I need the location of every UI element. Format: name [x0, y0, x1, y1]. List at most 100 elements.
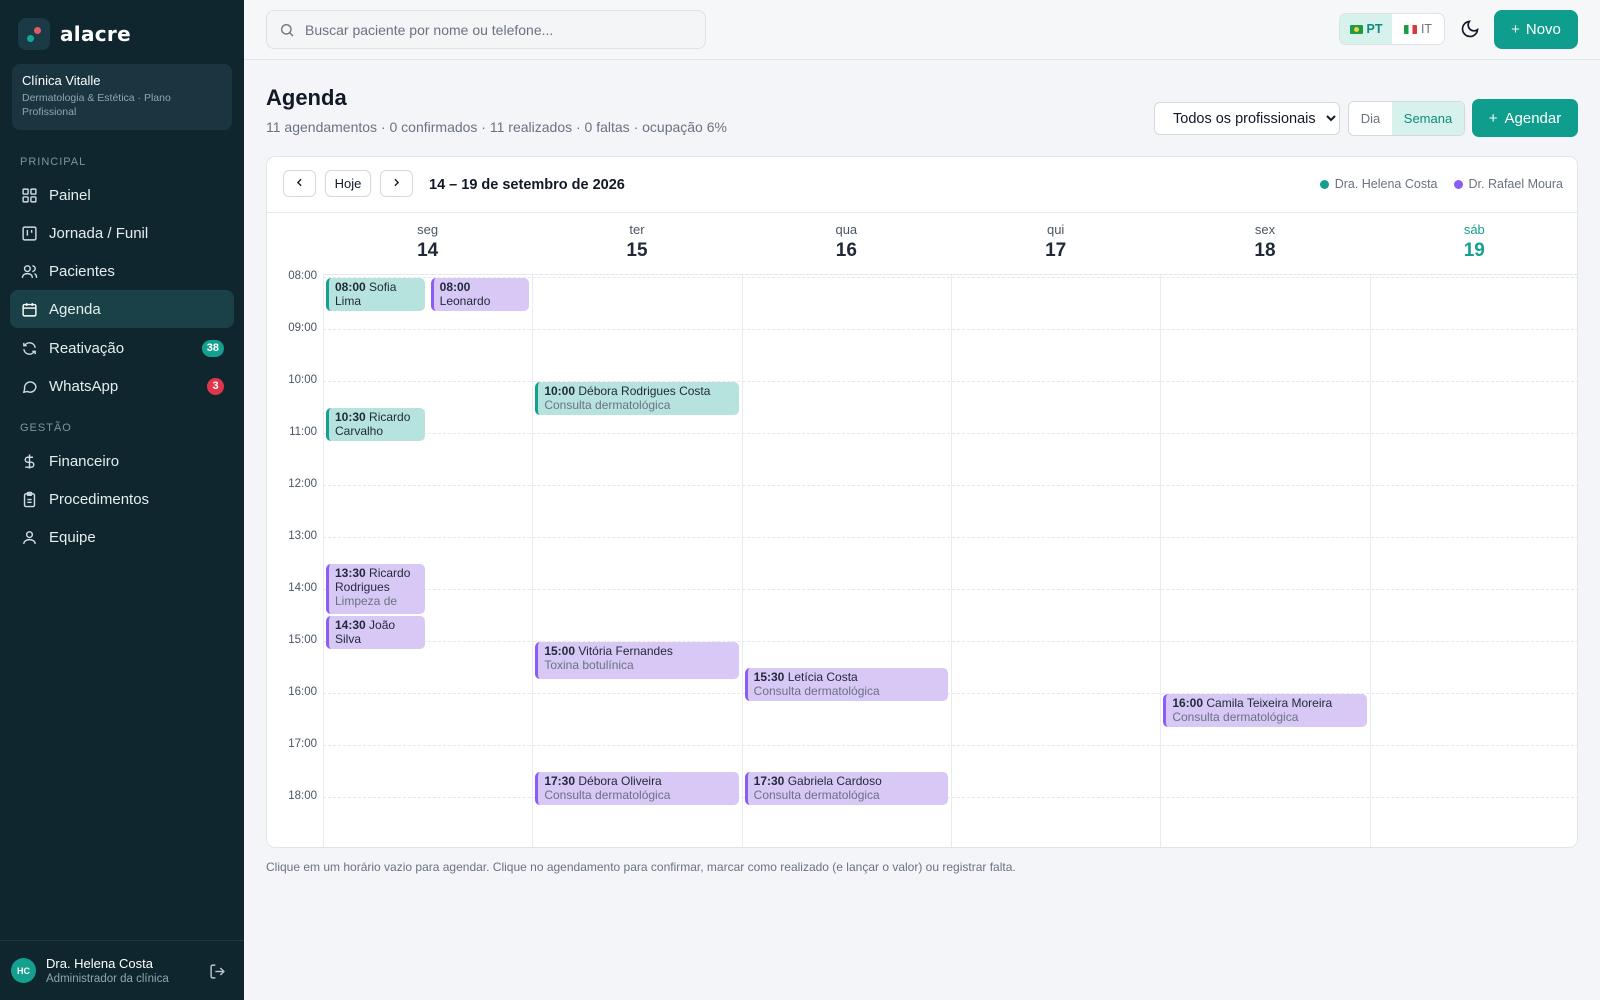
appointment-time: 17:30 [544, 774, 576, 788]
grid-icon [21, 187, 38, 204]
day-number: 17 [1045, 240, 1067, 261]
brazil-flag-icon [1349, 24, 1363, 34]
sidebar-item-pacientes[interactable]: Pacientes [10, 252, 234, 290]
lang-pt-button[interactable]: PT [1340, 14, 1392, 44]
lang-it-button[interactable]: IT [1392, 14, 1444, 44]
refresh-icon [21, 340, 38, 357]
appointment-card[interactable]: 08:00 Leonardo [430, 278, 530, 311]
day-number: 14 [417, 240, 439, 261]
section-principal: PRINCIPAL [20, 156, 87, 168]
day-column-divider [1369, 275, 1371, 847]
appointment-time: 15:30 [753, 670, 785, 684]
sidebar-item-label: WhatsApp [49, 377, 119, 395]
sidebar-item-label: Painel [49, 186, 91, 204]
hour-gridline [323, 433, 1577, 434]
language-switcher: PT IT [1339, 13, 1445, 45]
appointment-card[interactable]: 16:00 Camila Teixeira Moreira Consulta de… [1163, 694, 1367, 727]
appointment-card[interactable]: 10:30 Ricardo Carvalho [326, 408, 425, 441]
chat-icon [21, 378, 38, 395]
appointment-card[interactable]: 08:00 Sofia Lima [326, 278, 425, 311]
hour-gridline [323, 381, 1577, 382]
hour-label: 15:00 [288, 634, 317, 646]
appointment-card[interactable]: 14:30 João Silva [326, 616, 425, 649]
new-button[interactable]: + Novo [1494, 10, 1578, 49]
day-column-divider [951, 275, 952, 847]
day-name: seg [417, 222, 439, 237]
hour-gridline [323, 641, 1577, 642]
appointment-card[interactable]: 10:00 Débora Rodrigues Costa Consulta der… [535, 382, 739, 415]
new-button-label: Novo [1525, 21, 1561, 38]
sidebar-item-label: Pacientes [49, 262, 115, 280]
appointment-procedure: Consulta dermatológica [753, 684, 880, 698]
appointment-card[interactable]: 15:00 Vitória Fernandes Toxina botulínica [535, 642, 739, 679]
clinic-name: Clínica Vitalle [22, 73, 101, 88]
sidebar-item-painel[interactable]: Painel [10, 176, 234, 214]
next-week-button[interactable] [380, 170, 413, 197]
legend-label: Dr. Rafael Moura [1468, 177, 1563, 191]
time-grid[interactable]: 08:00 09:00 10:00 11:00 12:00 13:00 14:00 15:00… [267, 270, 1577, 847]
schedule-button[interactable]: + Agendar [1472, 99, 1578, 137]
sidebar-item-agenda[interactable]: Agenda [10, 290, 234, 328]
appointment-patient: Débora Rodrigues Costa [575, 384, 711, 398]
view-week-button[interactable]: Semana [1392, 102, 1464, 135]
day-number: 18 [1254, 240, 1276, 261]
appointment-time: 13:30 [335, 566, 366, 580]
legend-item: Dra. Helena Costa [1319, 177, 1438, 191]
prev-week-button[interactable] [283, 170, 316, 197]
search-input[interactable] [305, 21, 685, 38]
section-gestao: GESTÃO [20, 422, 72, 434]
day-header: sex 18 [1160, 214, 1369, 274]
day-name: sáb [1463, 222, 1485, 237]
lang-pt-label: PT [1366, 22, 1383, 36]
appointment-procedure: Consulta dermatológica [753, 788, 880, 802]
hour-label: 11:00 [289, 426, 317, 438]
hour-gridline [323, 745, 1577, 746]
day-name: sex [1254, 222, 1276, 237]
day-number: 16 [835, 240, 857, 261]
topbar: PT IT + Novo [244, 0, 1600, 60]
sidebar-item-equipe[interactable]: Equipe [10, 518, 234, 556]
sidebar-item-label: Reativação [49, 339, 125, 357]
search-box[interactable] [266, 10, 706, 49]
sidebar-item-jornada[interactable]: Jornada / Funil [10, 214, 234, 252]
lang-it-label: IT [1420, 22, 1433, 36]
user-name: Dra. Helena Costa [46, 956, 153, 971]
clipboard-icon [21, 491, 38, 508]
sidebar-item-procedimentos[interactable]: Procedimentos [10, 480, 234, 518]
sidebar-item-whatsapp[interactable]: WhatsApp 3 [10, 367, 234, 405]
day-header: qui 17 [951, 214, 1160, 274]
logout-icon[interactable] [209, 963, 226, 980]
clinic-switcher[interactable]: Clínica Vitalle Dermatologia & Estética … [12, 64, 232, 130]
appointment-card[interactable]: 17:30 Débora Oliveira Consulta dermatológ… [535, 772, 739, 805]
appointment-time: 08:00 [439, 280, 471, 294]
today-button[interactable]: Hoje [325, 170, 371, 197]
reativacao-count-badge: 38 [201, 339, 224, 357]
day-header-row: seg 14 ter 15 qua 16 qui 17 sex 18 sáb 19 [323, 214, 1577, 275]
view-toggle: Dia Semana [1348, 101, 1465, 136]
legend-dot [1319, 179, 1329, 189]
view-day-button[interactable]: Dia [1349, 102, 1392, 135]
appointment-card[interactable]: 13:30 Ricardo Rodrigues Limpeza de [326, 564, 425, 614]
appointment-time: 10:30 [335, 410, 366, 424]
appointment-procedure: Consulta dermatológica [1172, 710, 1299, 724]
sidebar-item-reativacao[interactable]: Reativação 38 [10, 329, 234, 367]
sidebar-item-financeiro[interactable]: Financeiro [10, 442, 234, 480]
hour-gridline [323, 589, 1577, 590]
sidebar: alacre Clínica Vitalle Dermatologia & Es… [0, 0, 244, 1000]
avatar[interactable]: HC [11, 958, 36, 983]
help-text: Clique em um horário vazio para agendar.… [266, 860, 1016, 874]
day-column-divider [1160, 275, 1162, 847]
moon-icon[interactable] [1460, 19, 1480, 39]
appointment-card[interactable]: 17:30 Gabriela Cardoso Consulta dermatoló… [744, 772, 948, 805]
appointment-patient: Gabriela Cardoso [784, 774, 882, 788]
chevron-left-icon [293, 176, 306, 192]
appointment-card[interactable]: 15:30 Letícia Costa Consulta dermatológic… [744, 668, 948, 701]
day-header: seg 14 [323, 214, 532, 274]
appointment-patient: Camila Teixeira Moreira [1203, 696, 1333, 710]
hour-label: 14:00 [288, 582, 317, 594]
sidebar-item-label: Equipe [49, 528, 96, 546]
professional-filter[interactable]: Todos os profissionais [1154, 102, 1340, 135]
day-column-divider [741, 275, 743, 847]
brand[interactable]: alacre [18, 18, 131, 50]
sidebar-item-label: Procedimentos [49, 490, 150, 508]
